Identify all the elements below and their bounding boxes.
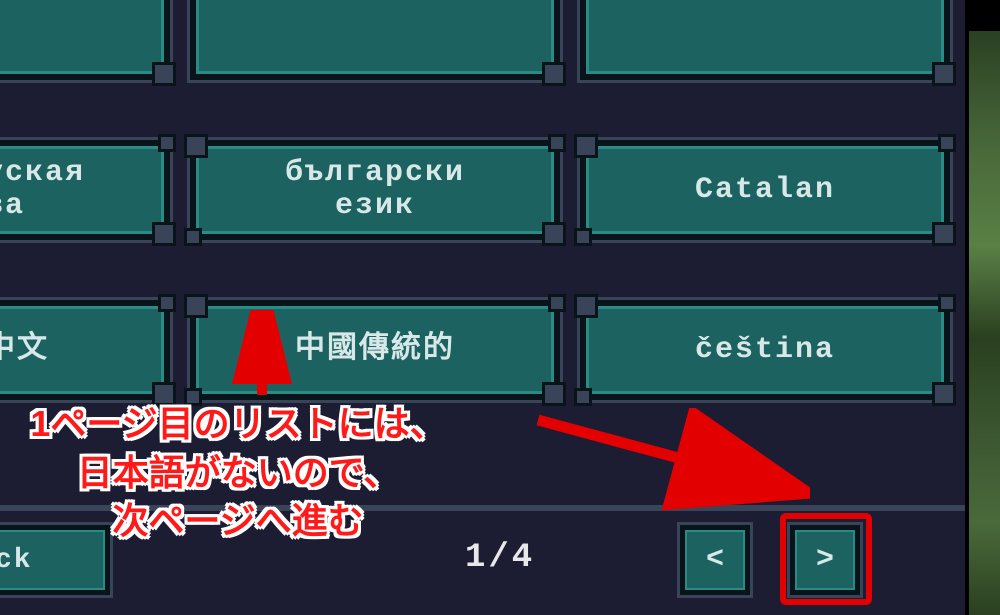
language-option-belarusian[interactable]: Беларуская мова (0, 140, 170, 240)
language-grid: Беларуская мова български език Catalan 简… (0, 0, 950, 420)
language-label: български език (285, 157, 465, 223)
back-button[interactable]: Back (0, 525, 110, 595)
language-label: Беларуская мова (0, 157, 85, 223)
back-button-label: Back (0, 545, 33, 576)
language-label: Catalan (695, 174, 835, 207)
chevron-left-icon: < (706, 543, 724, 577)
prev-page-button[interactable]: < (680, 525, 750, 595)
footer-bar: Back 1/4 < > (0, 505, 965, 615)
language-option[interactable] (190, 0, 560, 80)
language-option[interactable] (580, 0, 950, 80)
language-label: 简体中文 (0, 334, 49, 367)
language-option-bulgarian[interactable]: български език (190, 140, 560, 240)
language-label: čeština (695, 334, 835, 367)
language-option[interactable] (0, 0, 170, 80)
page-indicator: 1/4 (465, 539, 535, 577)
game-border-decoration (965, 0, 1000, 615)
chevron-right-icon: > (816, 543, 834, 577)
language-option-czech[interactable]: čeština (580, 300, 950, 400)
next-page-button[interactable]: > (790, 525, 860, 595)
language-option-catalan[interactable]: Catalan (580, 140, 950, 240)
language-option-chinese-traditional[interactable]: 中國傳統的 (190, 300, 560, 400)
annotation-arrow-diagonal-icon (530, 408, 810, 518)
language-option-chinese-simplified[interactable]: 简体中文 (0, 300, 170, 400)
game-viewport: Беларуская мова български език Catalan 简… (0, 0, 965, 615)
language-label: 中國傳統的 (295, 334, 455, 367)
